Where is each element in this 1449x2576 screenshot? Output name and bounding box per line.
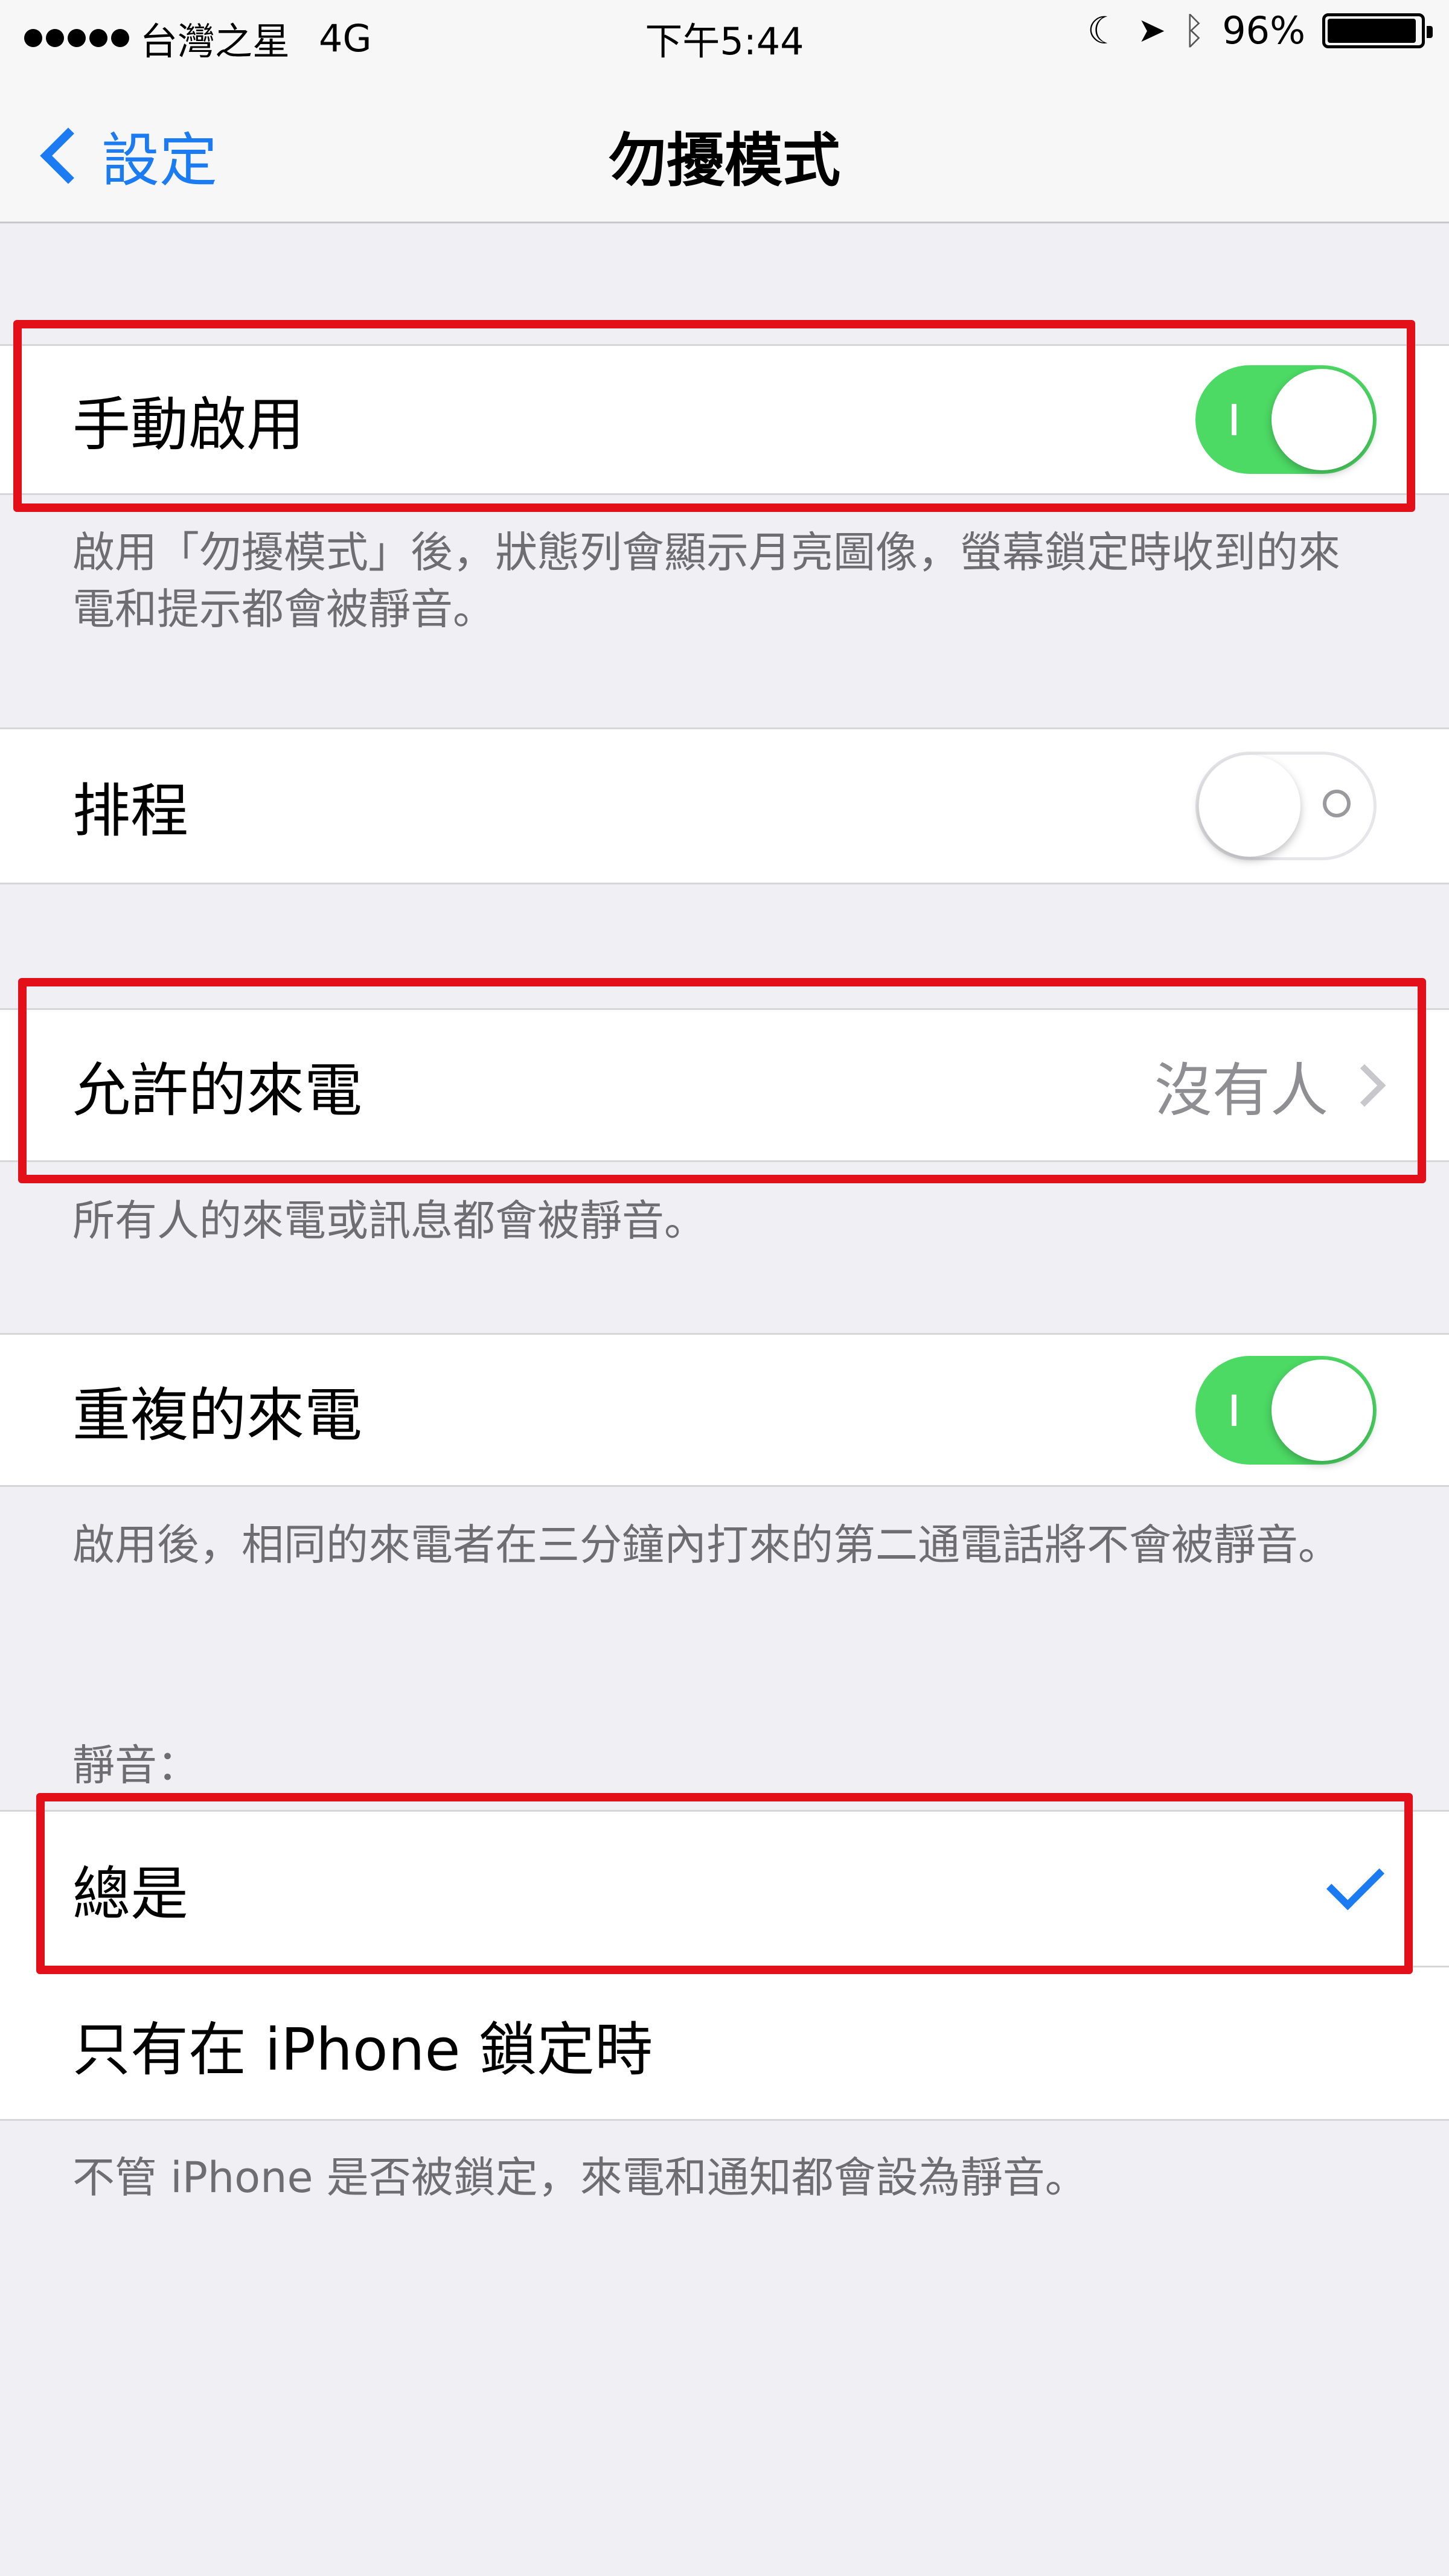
battery-fill (1328, 18, 1416, 43)
row-schedule: 排程 (0, 727, 1449, 884)
schedule-switch[interactable] (1195, 752, 1377, 860)
switch-knob (1199, 755, 1300, 857)
highlight-box (13, 320, 1415, 512)
schedule-label: 排程 (72, 777, 188, 845)
moon-icon: ☾ (1087, 8, 1121, 53)
bluetooth-icon: ᛒ (1182, 8, 1206, 53)
row-repeated-calls: 重複的來電 (0, 1333, 1449, 1487)
location-arrow-icon: ➤ (1137, 11, 1166, 50)
manual-enable-description: 啟用「勿擾模式」後，狀態列會顯示月亮圖像，螢幕鎖定時收到的來電和提示都會被靜音。 (72, 528, 1340, 634)
repeated-calls-switch[interactable] (1195, 1355, 1377, 1465)
allowed-calls-description: 所有人的來電或訊息都會被靜音。 (72, 1196, 706, 1245)
page-title: 勿擾模式 (609, 127, 840, 194)
silence-option-label: 只有在 iPhone 鎖定時 (72, 2016, 653, 2083)
repeated-calls-description: 啟用後，相同的來電者在三分鐘內打來的第二通電話將不會被靜音。 (72, 1520, 1340, 1570)
navigation-bar: 設定 勿擾模式 (0, 78, 1449, 223)
status-right: ☾ ➤ ᛒ 96% (1087, 8, 1433, 53)
battery-percent: 96% (1222, 8, 1305, 53)
switch-knob (1271, 1359, 1373, 1461)
battery-icon (1322, 13, 1433, 48)
silence-description: 不管 iPhone 是否被鎖定，來電和通知都會設為靜音。 (72, 2153, 1087, 2202)
status-bar: 台灣之星 4G 下午5:44 ☾ ➤ ᛒ 96% (0, 0, 1449, 78)
silence-section-header: 靜音： (72, 1740, 199, 1790)
repeated-calls-label: 重複的來電 (72, 1381, 362, 1449)
highlight-box (36, 1793, 1413, 1974)
highlight-box (18, 978, 1426, 1183)
silence-option-locked[interactable]: 只有在 iPhone 鎖定時 (0, 1967, 1449, 2121)
